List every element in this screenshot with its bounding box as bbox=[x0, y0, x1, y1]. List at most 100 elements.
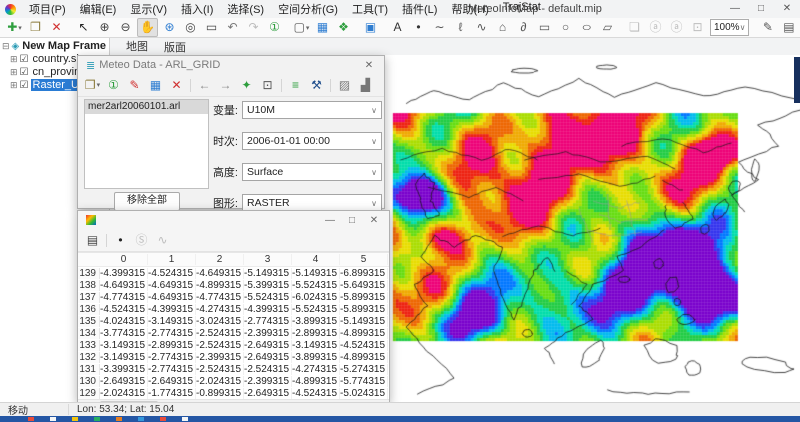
table-dialog-titlebar[interactable]: — □ ✕ bbox=[78, 211, 389, 229]
remove-all-button[interactable]: 移除全部 bbox=[114, 192, 180, 211]
remove-layer-button[interactable]: ✕ bbox=[47, 19, 66, 36]
menu-item-1[interactable]: 编辑(E) bbox=[73, 1, 124, 17]
table-cell[interactable]: -2.649315 bbox=[100, 375, 148, 387]
level-select[interactable]: Surface ∨ bbox=[242, 163, 382, 181]
table-cell[interactable]: -2.399315 bbox=[244, 375, 292, 387]
save-table-button[interactable]: ▤ bbox=[83, 232, 102, 249]
menu-item-7[interactable]: 插件(L) bbox=[395, 1, 444, 17]
table-cell[interactable]: -3.149315 bbox=[148, 315, 196, 327]
attribute-table-button[interactable]: ▦ bbox=[313, 19, 332, 36]
draw-polygon-button[interactable]: ⌂ bbox=[493, 19, 512, 36]
column-header[interactable]: 5 bbox=[340, 254, 388, 265]
table-cell[interactable]: -5.149315 bbox=[292, 267, 340, 279]
menu-item-4[interactable]: 选择(S) bbox=[220, 1, 271, 17]
table-cell[interactable]: -4.524315 bbox=[100, 303, 148, 315]
table-cell[interactable]: -3.899315 bbox=[292, 351, 340, 363]
table-cell[interactable]: -3.774315 bbox=[100, 327, 148, 339]
table-cell[interactable]: -2.649315 bbox=[244, 387, 292, 399]
table-cell[interactable]: -4.649315 bbox=[148, 279, 196, 291]
layer-checkbox[interactable]: ☑ bbox=[20, 80, 29, 91]
table-cell[interactable]: -2.524315 bbox=[196, 327, 244, 339]
insert-image-button[interactable]: ▣ bbox=[361, 19, 380, 36]
zoom-combo[interactable]: 100% ∨ bbox=[710, 19, 750, 36]
full-extent-globe-button[interactable]: ⊛ bbox=[160, 19, 179, 36]
menu-item-2[interactable]: 显示(V) bbox=[123, 1, 174, 17]
layer-checkbox[interactable]: ☑ bbox=[20, 54, 29, 65]
draw-rectangle-button[interactable]: ▭ bbox=[535, 19, 554, 36]
lasso-select-button[interactable]: ▱ bbox=[598, 19, 617, 36]
column-header[interactable]: 1 bbox=[148, 254, 196, 265]
data-file-list[interactable]: mer2arl20060101.arl bbox=[84, 99, 209, 189]
table-cell[interactable]: -3.149315 bbox=[292, 339, 340, 351]
data-table-button[interactable]: ▦ bbox=[146, 77, 165, 94]
table-cell[interactable]: -2.899315 bbox=[148, 339, 196, 351]
row-header[interactable]: 129 bbox=[78, 387, 100, 399]
table-cell[interactable]: -0.899315 bbox=[196, 387, 244, 399]
table-cell[interactable]: -5.149315 bbox=[340, 315, 388, 327]
expand-icon[interactable]: ⊞ bbox=[10, 54, 18, 65]
table-cell[interactable]: -4.649315 bbox=[196, 267, 244, 279]
table-cell[interactable]: -2.649315 bbox=[244, 351, 292, 363]
table-cell[interactable]: -3.399315 bbox=[100, 363, 148, 375]
table-cell[interactable]: -4.274315 bbox=[196, 303, 244, 315]
table-cell[interactable]: -2.649315 bbox=[148, 375, 196, 387]
expand-icon[interactable]: ⊞ bbox=[10, 67, 18, 78]
map-frame-node[interactable]: ⊟ ◈ New Map Frame bbox=[2, 40, 109, 52]
table-cell[interactable]: -1.774315 bbox=[148, 387, 196, 399]
table-cell[interactable]: -4.524315 bbox=[148, 267, 196, 279]
zoom-out-button[interactable]: ⊖ bbox=[116, 19, 135, 36]
next-time-button[interactable]: → bbox=[216, 77, 235, 94]
histogram-button[interactable]: ▟ bbox=[356, 77, 375, 94]
table-cell[interactable]: -4.899315 bbox=[340, 351, 388, 363]
table-cell[interactable]: -4.399315 bbox=[100, 267, 148, 279]
table-cell[interactable]: -4.399315 bbox=[148, 303, 196, 315]
table-cell[interactable]: -4.899315 bbox=[196, 279, 244, 291]
open-data-button[interactable]: ❐ ▾ bbox=[83, 77, 102, 94]
table-cell[interactable]: -5.399315 bbox=[244, 279, 292, 291]
add-layer-button[interactable]: ✚ ▾ bbox=[5, 19, 24, 36]
table-cell[interactable]: -4.524315 bbox=[340, 339, 388, 351]
table-cell[interactable]: -6.899315 bbox=[340, 267, 388, 279]
table-cell[interactable]: -2.399315 bbox=[244, 327, 292, 339]
table-cell[interactable]: -5.524315 bbox=[292, 279, 340, 291]
table-cell[interactable]: -5.649315 bbox=[340, 279, 388, 291]
collapse-icon[interactable]: ⊟ bbox=[2, 41, 10, 52]
table-cell[interactable]: -5.899315 bbox=[340, 291, 388, 303]
row-header[interactable]: 131 bbox=[78, 363, 100, 375]
table-cell[interactable]: -6.024315 bbox=[292, 291, 340, 303]
table-cell[interactable]: -2.774315 bbox=[148, 327, 196, 339]
maximize-button[interactable]: □ bbox=[748, 0, 774, 18]
chevron-down-icon[interactable]: ∨ bbox=[740, 23, 746, 32]
menu-item-5[interactable]: 空间分析(G) bbox=[271, 1, 345, 17]
identify-button[interactable]: ① bbox=[265, 19, 284, 36]
table-cell[interactable]: -4.399315 bbox=[244, 303, 292, 315]
table-cell[interactable]: -2.524315 bbox=[196, 339, 244, 351]
tab-版面[interactable]: 版面 bbox=[156, 38, 194, 56]
table-cell[interactable]: -4.524315 bbox=[292, 387, 340, 399]
expand-icon[interactable]: ⊞ bbox=[10, 80, 18, 91]
animate-runner-button[interactable]: ✦ bbox=[237, 77, 256, 94]
row-header[interactable]: 134 bbox=[78, 327, 100, 339]
close-button[interactable]: ✕ bbox=[774, 0, 800, 18]
create-image-button[interactable]: ▨ bbox=[335, 77, 354, 94]
table-cell[interactable]: -5.524315 bbox=[292, 303, 340, 315]
row-header[interactable]: 133 bbox=[78, 339, 100, 351]
data-info-button[interactable]: ① bbox=[104, 77, 123, 94]
table-cell[interactable]: -2.774315 bbox=[148, 351, 196, 363]
draw-data-button[interactable]: ✎ bbox=[125, 77, 144, 94]
variable-select[interactable]: U10M ∨ bbox=[242, 101, 382, 119]
windows-taskbar[interactable] bbox=[0, 416, 800, 422]
table-cell[interactable]: -3.024315 bbox=[196, 315, 244, 327]
table-cell[interactable]: -2.524315 bbox=[244, 363, 292, 375]
undo-button[interactable]: ↶ bbox=[223, 19, 242, 36]
table-cell[interactable]: -5.024315 bbox=[340, 387, 388, 399]
draw-polyline-button[interactable]: ∼ bbox=[430, 19, 449, 36]
table-cell[interactable]: -4.899315 bbox=[292, 375, 340, 387]
table-cell[interactable]: -4.649315 bbox=[100, 279, 148, 291]
tab-地图[interactable]: 地图 bbox=[118, 37, 156, 57]
draw-freehand-button[interactable]: ℓ bbox=[451, 19, 470, 36]
edit-graphic-button[interactable]: ✎ bbox=[758, 19, 777, 36]
table-cell[interactable]: -4.899315 bbox=[340, 327, 388, 339]
table-cell[interactable]: -5.274315 bbox=[340, 363, 388, 375]
maximize-button[interactable]: □ bbox=[341, 215, 363, 226]
